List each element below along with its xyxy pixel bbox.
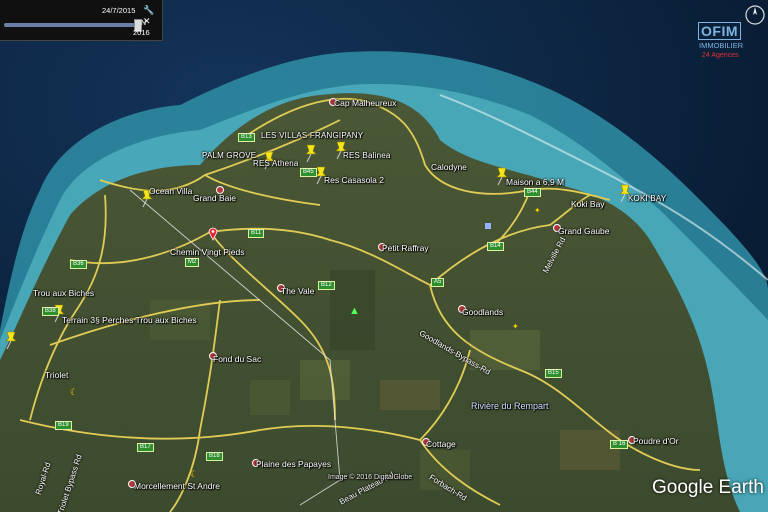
place-label-grand-baie: Grand Baie [193, 193, 236, 203]
place-label-ocean-villa: Ocean Villa [149, 186, 193, 196]
road-shield: B38 [42, 307, 59, 316]
logo-line1: OFIM [698, 22, 741, 40]
road-shield: B17 [137, 443, 154, 452]
place-label-grand-gaube: Grand Gaube [558, 226, 610, 236]
year-end: 2016 [133, 28, 150, 37]
satellite-map[interactable]: Cap Malheureux LES VILLAS FRANGIPANY PAL… [0, 0, 768, 512]
place-label-res-casasola: Res Casasola 2 [324, 175, 385, 185]
church-icon: ✦ [512, 322, 519, 331]
road-shield: B15 [545, 369, 562, 378]
place-label-terrain: Terrain 3§ Perches Trou aux Biches [62, 315, 197, 325]
place-label-koki-bay-caps: KOKI BAY [628, 194, 667, 203]
place-label-petit-raffray: Petit Raffray [382, 243, 429, 253]
road-shield: B 16 [610, 440, 629, 449]
place-label-palm-grove: PALM GROVE [202, 151, 257, 160]
place-label-koki-bay: Koki Bay [571, 199, 605, 209]
historical-imagery-slider[interactable]: 24/7/2015 🔧 ✕ N 8 2016 [0, 0, 163, 41]
road-shield: B14 [487, 242, 504, 251]
road-shield: B44 [524, 188, 541, 197]
compass-icon[interactable] [744, 4, 766, 26]
place-label-calodyne: Calodyne [431, 162, 467, 172]
location-pin-icon[interactable] [208, 227, 218, 241]
next-arrow[interactable]: N [141, 20, 146, 27]
place-label-chemin-vingt-pieds: Chemin Vingt Pieds [170, 247, 245, 257]
place-label-the-vale: The Vale [281, 286, 315, 296]
logo-line3: 24 Agences [702, 52, 739, 59]
time-track[interactable] [4, 23, 136, 27]
place-label-goodlands: Goodlands [462, 307, 504, 317]
road-shield: B36 [70, 260, 87, 269]
place-label-plaine-des-papayes: Plaine des Papayes [256, 459, 332, 469]
road-shield: B19 [55, 421, 72, 430]
place-label-morcellement: Morcellement St Andre [134, 481, 220, 491]
imagery-copyright: Image © 2016 DigitalGlobe [328, 474, 413, 481]
road-shield: M2 [185, 258, 200, 267]
place-label-trou-aux-biches: Trou aux Biches [33, 288, 95, 298]
place-label-res-balinea: RES Balinea [343, 151, 391, 160]
pushpin-icon[interactable] [4, 330, 18, 350]
road-shield: B11 [248, 229, 265, 238]
road-shield: B12 [318, 281, 335, 290]
church-icon: ✦ [534, 206, 541, 215]
tree-icon: ▲ [349, 305, 360, 317]
place-label-villas-frangipany: LES VILLAS FRANGIPANY [261, 131, 364, 140]
imagery-date: 24/7/2015 [102, 6, 136, 15]
place-label-poudre-dor: Poudre d'Or [633, 436, 679, 446]
road-shield: B45 [300, 168, 317, 177]
logo-line2: IMMOBILIER [699, 41, 744, 50]
building-icon [485, 223, 491, 229]
place-label-cap-malheureux: Cap Malheureux [334, 98, 397, 108]
agency-logo: OFIM IMMOBILIER 24 Agences [698, 22, 756, 60]
place-label-res-athena: RES Athena [253, 159, 299, 168]
wrench-icon[interactable]: 🔧 [143, 5, 154, 15]
place-label-cottage: Cottage [426, 439, 456, 449]
mosque-icon: ☾ [190, 469, 199, 479]
place-label-riviere-du-rempart: Rivière du Rempart [471, 401, 549, 411]
place-label-maison: Maison a 6,9 M [506, 177, 565, 187]
place-label-triolet: Triolet [45, 370, 69, 380]
road-shield: B13 [238, 133, 255, 142]
road-shield: A5 [431, 278, 445, 287]
pushpin-icon[interactable] [304, 143, 318, 163]
road-shield: B18 [206, 452, 223, 461]
place-label-fond-du-sac: Fond du Sac [213, 354, 262, 364]
mosque-icon: ☾ [70, 387, 79, 397]
google-earth-watermark: Google Earth [652, 477, 764, 498]
